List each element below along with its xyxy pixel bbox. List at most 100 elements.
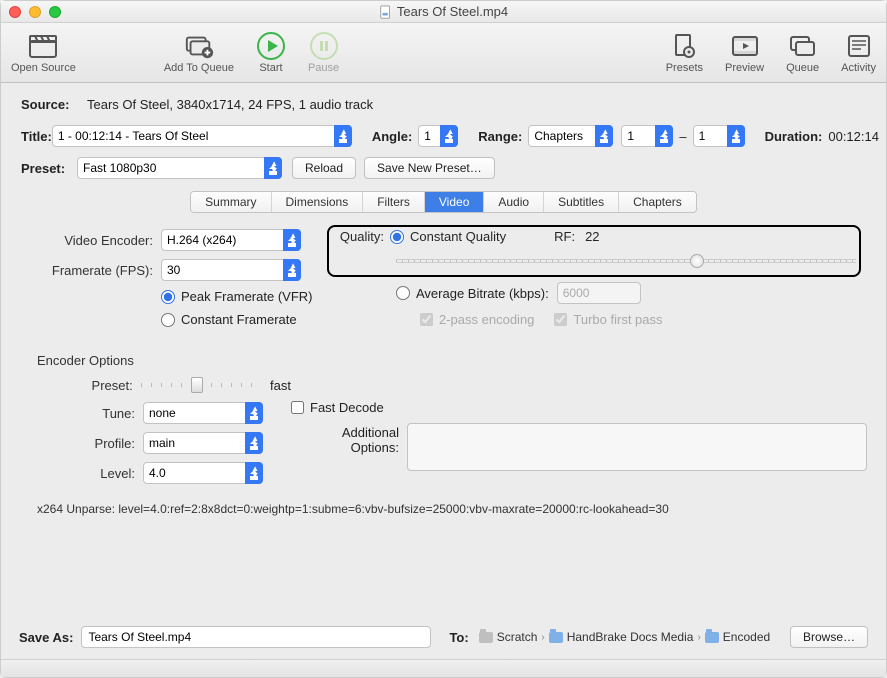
quality-slider[interactable]: [396, 252, 856, 270]
pause-icon: [309, 32, 339, 60]
titlebar: Tears Of Steel.mp4: [1, 1, 886, 23]
duration-value: 00:12:14: [828, 129, 879, 144]
additional-options-textarea[interactable]: [407, 423, 867, 471]
content-area: Source: Tears Of Steel, 3840x1714, 24 FP…: [1, 83, 886, 522]
preset-label: Preset:: [21, 161, 77, 176]
activity-label: Activity: [841, 62, 876, 74]
tune-select[interactable]: none▲▼: [143, 402, 263, 424]
angle-select[interactable]: 1▲▼: [418, 125, 458, 147]
preset-row: Preset: Fast 1080p30▲▼ Reload Save New P…: [21, 157, 866, 179]
range-to-select[interactable]: 1▲▼: [693, 125, 745, 147]
tab-subtitles[interactable]: Subtitles: [544, 192, 619, 212]
turbo-checkbox: Turbo first pass: [554, 312, 662, 327]
tab-chapters[interactable]: Chapters: [619, 192, 696, 212]
open-source-label: Open Source: [11, 62, 76, 74]
queue-add-icon: [184, 32, 214, 60]
title-label: Title:: [21, 129, 52, 144]
queue-button[interactable]: Queue: [782, 28, 823, 78]
quality-label: Quality:: [336, 229, 390, 244]
pause-label: Pause: [308, 62, 339, 74]
range-dash: –: [679, 129, 686, 144]
enc-preset-slider[interactable]: [141, 376, 260, 394]
peak-vfr-radio[interactable]: Peak Framerate (VFR): [161, 289, 312, 304]
tab-dimensions[interactable]: Dimensions: [272, 192, 364, 212]
maximize-icon[interactable]: [49, 6, 61, 18]
rf-label: RF:: [554, 229, 575, 244]
fps-label: Framerate (FPS):: [31, 263, 161, 278]
browse-button[interactable]: Browse…: [790, 626, 868, 648]
source-value: Tears Of Steel, 3840x1714, 24 FPS, 1 aud…: [87, 97, 373, 112]
tab-filters[interactable]: Filters: [363, 192, 425, 212]
presets-label: Presets: [666, 62, 703, 74]
source-label: Source:: [21, 97, 77, 112]
start-button[interactable]: Start: [252, 28, 290, 78]
tab-bar: Summary Dimensions Filters Video Audio S…: [21, 191, 866, 213]
addopts-label: Additional Options:: [291, 423, 407, 455]
encoder-label: Video Encoder:: [31, 233, 161, 248]
folder-icon: [705, 632, 719, 643]
saveas-input[interactable]: [81, 626, 431, 648]
tab-audio[interactable]: Audio: [484, 192, 544, 212]
fast-decode-checkbox[interactable]: Fast Decode: [291, 400, 384, 415]
profile-select[interactable]: main▲▼: [143, 432, 263, 454]
two-pass-checkbox: 2-pass encoding: [420, 312, 534, 327]
minimize-icon[interactable]: [29, 6, 41, 18]
tab-video[interactable]: Video: [425, 192, 484, 212]
x264-unparse: x264 Unparse: level=4.0:ref=2:8x8dct=0:w…: [31, 502, 856, 516]
range-mode-select[interactable]: Chapters▲▼: [528, 125, 613, 147]
range-label: Range:: [478, 129, 522, 144]
saveas-label: Save As:: [19, 630, 73, 645]
rf-value: 22: [585, 229, 599, 244]
source-row: Source: Tears Of Steel, 3840x1714, 24 FP…: [21, 93, 866, 115]
start-label: Start: [259, 62, 282, 74]
constant-framerate-radio[interactable]: Constant Framerate: [161, 312, 297, 327]
level-label: Level:: [31, 466, 143, 481]
preview-button[interactable]: Preview: [721, 28, 768, 78]
avg-bitrate-input[interactable]: [557, 282, 641, 304]
encoder-options-title: Encoder Options: [37, 353, 856, 368]
clapperboard-icon: [28, 32, 58, 60]
duration-label: Duration:: [765, 129, 823, 144]
presets-button[interactable]: Presets: [662, 28, 707, 78]
save-new-preset-button[interactable]: Save New Preset…: [364, 157, 495, 179]
reload-button[interactable]: Reload: [292, 157, 356, 179]
add-to-queue-label: Add To Queue: [164, 62, 234, 74]
file-icon: [379, 5, 393, 19]
enc-preset-speed: fast: [270, 378, 291, 393]
title-select[interactable]: 1 - 00:12:14 - Tears Of Steel ▲▼: [52, 125, 352, 147]
close-icon[interactable]: [9, 6, 21, 18]
window-controls: [9, 6, 61, 18]
footer: [1, 659, 886, 677]
window-title: Tears Of Steel.mp4: [1, 4, 886, 19]
tune-label: Tune:: [31, 406, 143, 421]
folder-icon: [549, 632, 563, 643]
fps-select[interactable]: 30▲▼: [161, 259, 301, 281]
pause-button: Pause: [304, 28, 343, 78]
tab-summary[interactable]: Summary: [191, 192, 271, 212]
encoder-select[interactable]: H.264 (x264)▲▼: [161, 229, 301, 251]
angle-label: Angle:: [372, 129, 412, 144]
folder-icon: [479, 632, 493, 643]
queue-icon: [788, 32, 818, 60]
bottom-bar: Save As: To: Scratch › HandBrake Docs Me…: [1, 619, 886, 655]
level-select[interactable]: 4.0▲▼: [143, 462, 263, 484]
constant-quality-radio[interactable]: Constant Quality: [390, 229, 506, 244]
preset-select[interactable]: Fast 1080p30▲▼: [77, 157, 282, 179]
add-to-queue-button[interactable]: Add To Queue: [160, 28, 238, 78]
open-source-button[interactable]: Open Source: [7, 28, 80, 78]
enc-preset-label: Preset:: [31, 378, 141, 393]
range-from-select[interactable]: 1▲▼: [621, 125, 673, 147]
queue-label: Queue: [786, 62, 819, 74]
destination-path[interactable]: Scratch › HandBrake Docs Media › Encoded: [479, 630, 770, 644]
profile-label: Profile:: [31, 436, 143, 451]
preview-label: Preview: [725, 62, 764, 74]
preview-icon: [730, 32, 760, 60]
activity-button[interactable]: Activity: [837, 28, 880, 78]
video-panel: Video Encoder: H.264 (x264)▲▼ Framerate …: [21, 221, 866, 520]
chevron-right-icon: ›: [697, 632, 700, 643]
activity-icon: [844, 32, 874, 60]
toolbar: Open Source Add To Queue Start Pause Pre…: [1, 23, 886, 83]
document-gear-icon: [669, 32, 699, 60]
avg-bitrate-radio[interactable]: Average Bitrate (kbps):: [396, 286, 549, 301]
chevron-right-icon: ›: [541, 632, 544, 643]
